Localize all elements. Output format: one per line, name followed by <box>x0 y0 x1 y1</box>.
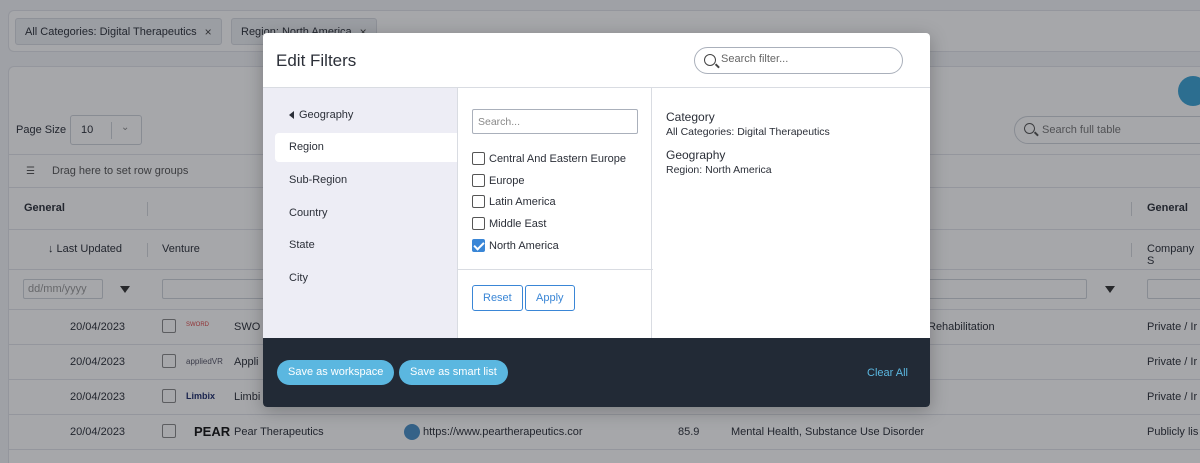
search-icon <box>704 54 716 66</box>
nav-item-country[interactable]: Country <box>275 199 457 228</box>
summary-value-geography: Region: North America <box>666 164 772 176</box>
option-middle-east[interactable]: Middle East <box>472 217 546 230</box>
option-north-america[interactable]: North America <box>472 239 559 252</box>
checkbox[interactable] <box>472 217 485 230</box>
nav-item-state[interactable]: State <box>275 231 457 260</box>
modal-footer: Save as workspace Save as smart list Cle… <box>263 338 930 407</box>
options-search-input[interactable] <box>472 109 638 134</box>
summary-value-category: All Categories: Digital Therapeutics <box>666 126 830 138</box>
filter-category-nav: Geography Region Sub-Region Country Stat… <box>263 88 457 338</box>
reset-button[interactable]: Reset <box>472 285 523 311</box>
filter-search[interactable] <box>694 47 903 74</box>
nav-header-label: Geography <box>299 109 354 121</box>
checkbox[interactable] <box>472 152 485 165</box>
nav-item-region[interactable]: Region <box>275 133 457 162</box>
option-label: Central And Eastern Europe <box>489 152 626 165</box>
checkbox-checked[interactable] <box>472 239 485 252</box>
divider <box>458 269 653 270</box>
save-as-smart-list-button[interactable]: Save as smart list <box>399 360 508 385</box>
checkbox[interactable] <box>472 174 485 187</box>
option-latin-america[interactable]: Latin America <box>472 195 556 208</box>
nav-item-sub-region[interactable]: Sub-Region <box>275 166 457 195</box>
modal-title: Edit Filters <box>276 51 357 70</box>
option-label: Latin America <box>489 195 556 208</box>
filter-search-input[interactable] <box>721 53 891 65</box>
clear-all-link[interactable]: Clear All <box>867 367 908 379</box>
filter-summary-panel: Category All Categories: Digital Therape… <box>652 88 930 338</box>
option-label: Middle East <box>489 217 547 230</box>
option-central-eastern-europe[interactable]: Central And Eastern Europe <box>472 152 626 165</box>
nav-back-geography[interactable]: Geography <box>289 109 353 121</box>
nav-item-city[interactable]: City <box>275 264 457 293</box>
save-as-workspace-button[interactable]: Save as workspace <box>277 360 395 385</box>
edit-filters-modal: Edit Filters Geography Region Sub-Region… <box>263 33 930 407</box>
summary-heading-geography: Geography <box>666 148 726 162</box>
option-europe[interactable]: Europe <box>472 174 524 187</box>
caret-left-icon <box>289 111 294 119</box>
checkbox[interactable] <box>472 195 485 208</box>
apply-button[interactable]: Apply <box>525 285 575 311</box>
filter-options-panel: Central And Eastern Europe Europe Latin … <box>457 88 653 338</box>
option-label: North America <box>489 239 559 252</box>
summary-heading-category: Category <box>666 110 715 124</box>
option-label: Europe <box>489 174 525 187</box>
